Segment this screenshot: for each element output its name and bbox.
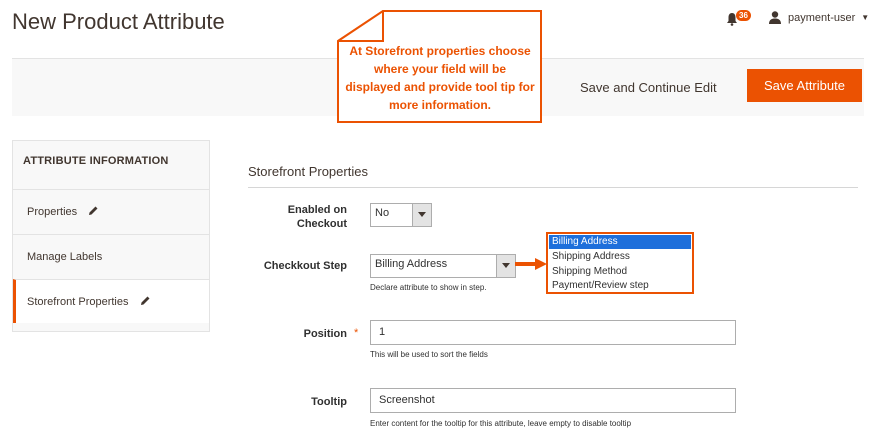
checkout-step-label: Checkkout Step <box>263 260 347 272</box>
tooltip-input[interactable]: Screenshot <box>370 388 736 413</box>
sidebar: ATTRIBUTE INFORMATION Properties Manage … <box>12 140 210 332</box>
section-title: Storefront Properties <box>248 164 368 179</box>
tooltip-label: Tooltip <box>311 396 347 408</box>
position-label: Position <box>303 328 347 340</box>
arrow-right-icon <box>515 258 547 270</box>
position-input[interactable]: 1 <box>370 320 736 345</box>
chevron-down-icon <box>412 204 431 226</box>
sidebar-item-label: Storefront Properties <box>27 296 129 308</box>
tooltip-note: Enter content for the tooltip for this a… <box>370 419 632 428</box>
select-value: No <box>375 207 390 219</box>
position-note: This will be used to sort the fields <box>370 350 488 359</box>
select-value: Billing Address <box>375 258 448 270</box>
sidebar-item-properties[interactable]: Properties <box>13 189 209 233</box>
option-shipping-address[interactable]: Shipping Address <box>549 250 691 264</box>
sidebar-item-manage-labels[interactable]: Manage Labels <box>13 234 209 278</box>
checkout-step-options: Billing Address Shipping Address Shippin… <box>546 232 694 294</box>
pencil-icon <box>140 296 150 305</box>
enabled-checkout-select[interactable]: No <box>370 203 432 227</box>
user-menu[interactable]: payment-user ▼ <box>768 10 869 28</box>
sidebar-item-storefront-properties[interactable]: Storefront Properties <box>13 279 209 323</box>
option-payment-review-step[interactable]: Payment/Review step <box>549 279 691 293</box>
user-icon <box>769 11 781 24</box>
checkout-step-note: Declare attribute to show in step. <box>370 283 487 292</box>
option-billing-address[interactable]: Billing Address <box>549 235 691 249</box>
callout-text: At Storefront properties choose where yo… <box>345 44 535 112</box>
notifications[interactable]: 36 <box>726 10 756 30</box>
chevron-down-icon <box>496 255 515 277</box>
checkout-step-select[interactable]: Billing Address <box>370 254 516 278</box>
sidebar-heading: ATTRIBUTE INFORMATION <box>23 155 169 167</box>
enabled-checkout-label: Enabled on Checkout <box>250 203 347 231</box>
callout-note: At Storefront properties choose where yo… <box>337 10 542 123</box>
sidebar-item-label: Properties <box>27 206 78 218</box>
option-shipping-method[interactable]: Shipping Method <box>549 265 691 279</box>
label-line: Enabled on <box>287 204 347 216</box>
username: payment-user <box>788 12 856 24</box>
save-and-continue-button[interactable]: Save and Continue Edit <box>566 72 731 104</box>
save-attribute-button[interactable]: Save Attribute <box>747 69 862 102</box>
label-line: Checkout <box>296 218 347 230</box>
notification-badge: 36 <box>736 10 751 21</box>
page-title: New Product Attribute <box>12 9 225 34</box>
required-mark: * <box>354 327 359 339</box>
pencil-icon <box>89 206 98 215</box>
section-divider <box>248 187 858 188</box>
chevron-down-icon: ▼ <box>861 13 870 22</box>
sidebar-item-label: Manage Labels <box>27 251 103 263</box>
